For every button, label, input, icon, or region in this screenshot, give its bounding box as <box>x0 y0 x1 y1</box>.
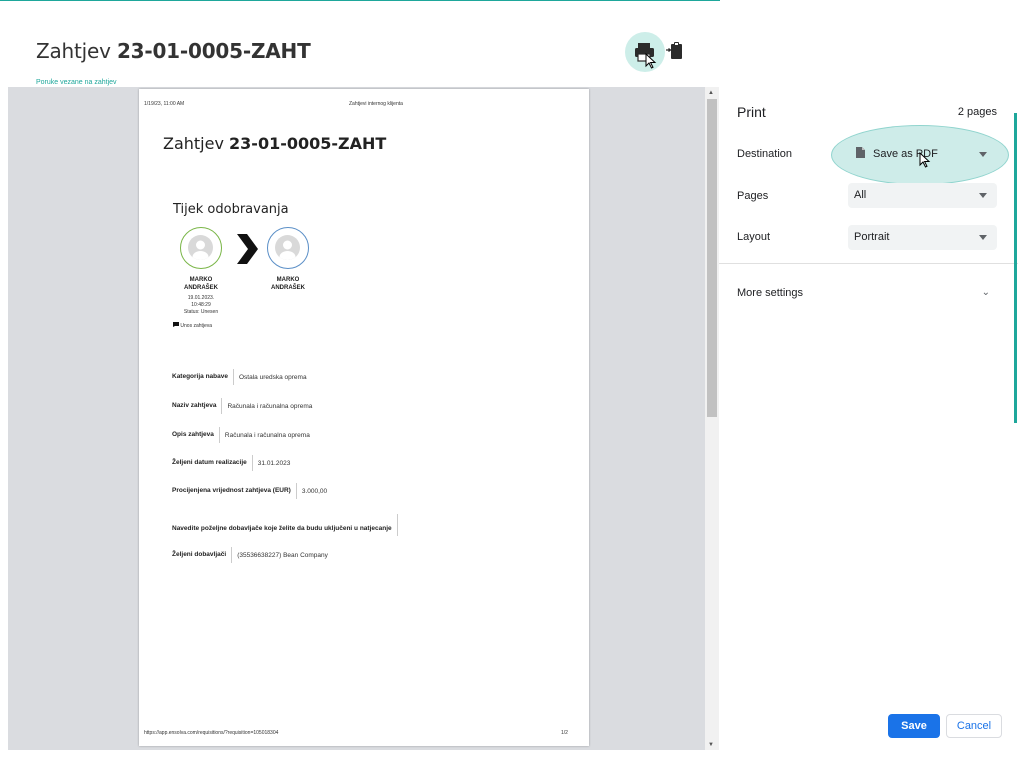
messages-link[interactable]: Poruke vezane na zahtjev <box>36 79 117 86</box>
avatar <box>267 227 309 269</box>
app-header: Zahtjev 23-01-0005-ZAHT Poruke vezane na… <box>0 0 720 86</box>
approver-1-name: MARKO ANDRAŠEK <box>183 277 218 291</box>
layout-label: Layout <box>737 231 771 243</box>
scroll-down-icon[interactable]: ▼ <box>708 742 714 748</box>
destination-label: Destination <box>737 148 793 160</box>
mouse-cursor-icon <box>645 53 657 69</box>
page-footer-number: 1/2 <box>561 730 568 736</box>
field-row: Opis zahtjeva Računala i računalna oprem… <box>172 427 310 443</box>
chevron-down-icon <box>979 235 987 240</box>
preview-title: Zahtjev 23-01-0005-ZAHT <box>163 134 387 153</box>
print-panel-title: Print <box>737 104 766 120</box>
page-title: Zahtjev 23-01-0005-ZAHT <box>36 39 311 63</box>
field-row: Kategorija nabave Ostala uredska oprema <box>172 369 307 385</box>
file-icon <box>856 147 865 158</box>
chevron-down-icon[interactable]: ⌄ <box>982 287 990 298</box>
page-header-document: Zahtjevi internog klijenta <box>349 101 403 107</box>
preview-scrollbar[interactable]: ▲ ▼ <box>705 87 719 750</box>
approval-flow-title: Tijek odobravanja <box>173 202 289 217</box>
user-icon <box>275 235 300 260</box>
field-row: Željeni dobavljači (35536638227) Bean Co… <box>172 547 328 563</box>
print-settings-panel: Print 2 pages Destination Save as PDF Pa… <box>719 87 1018 750</box>
field-row: Procijenjena vrijednost zahtjeva (EUR) 3… <box>172 483 327 499</box>
approver-1-meta: 19.01.2023. 10:48:29 Status: Unesen <box>183 295 219 315</box>
approver-1-comment: Unos zahtjeva <box>173 322 212 329</box>
field-row: Željeni datum realizacije 31.01.2023 <box>172 455 290 471</box>
field-row: Naziv zahtjeva Računala i računalna opre… <box>172 398 312 414</box>
chevron-down-icon <box>979 193 987 198</box>
pages-select[interactable]: All <box>848 183 997 208</box>
chevron-right-icon <box>237 234 258 264</box>
save-button[interactable]: Save <box>888 714 940 738</box>
pages-label: Pages <box>737 190 769 202</box>
page-count: 2 pages <box>957 106 997 118</box>
field-row: Navedite poželjne dobavljače koje želite… <box>172 514 403 536</box>
scroll-thumb[interactable] <box>707 99 717 417</box>
page-header-date: 1/19/23, 11:00 AM <box>144 101 185 107</box>
mouse-cursor-icon <box>919 152 931 168</box>
avatar <box>180 227 222 269</box>
approver-2-name: MARKO ANDRAŠEK <box>270 277 305 291</box>
cancel-button[interactable]: Cancel <box>946 714 1002 738</box>
clipboard-icon <box>666 42 682 59</box>
page-footer-url: https://app.ensolva.com/requisitions/?re… <box>144 730 279 736</box>
clipboard-button[interactable] <box>665 41 683 61</box>
divider <box>719 263 1018 264</box>
more-settings-toggle[interactable]: More settings <box>737 287 803 299</box>
print-preview-area: 1/19/23, 11:00 AM Zahtjevi internog klij… <box>8 87 705 750</box>
chevron-down-icon <box>979 152 987 157</box>
scroll-up-icon[interactable]: ▲ <box>708 90 714 96</box>
user-icon <box>188 235 213 260</box>
panel-accent-bar <box>1014 113 1017 423</box>
layout-select[interactable]: Portrait <box>848 225 997 250</box>
comment-icon <box>173 322 179 327</box>
preview-page: 1/19/23, 11:00 AM Zahtjevi internog klij… <box>139 89 589 746</box>
